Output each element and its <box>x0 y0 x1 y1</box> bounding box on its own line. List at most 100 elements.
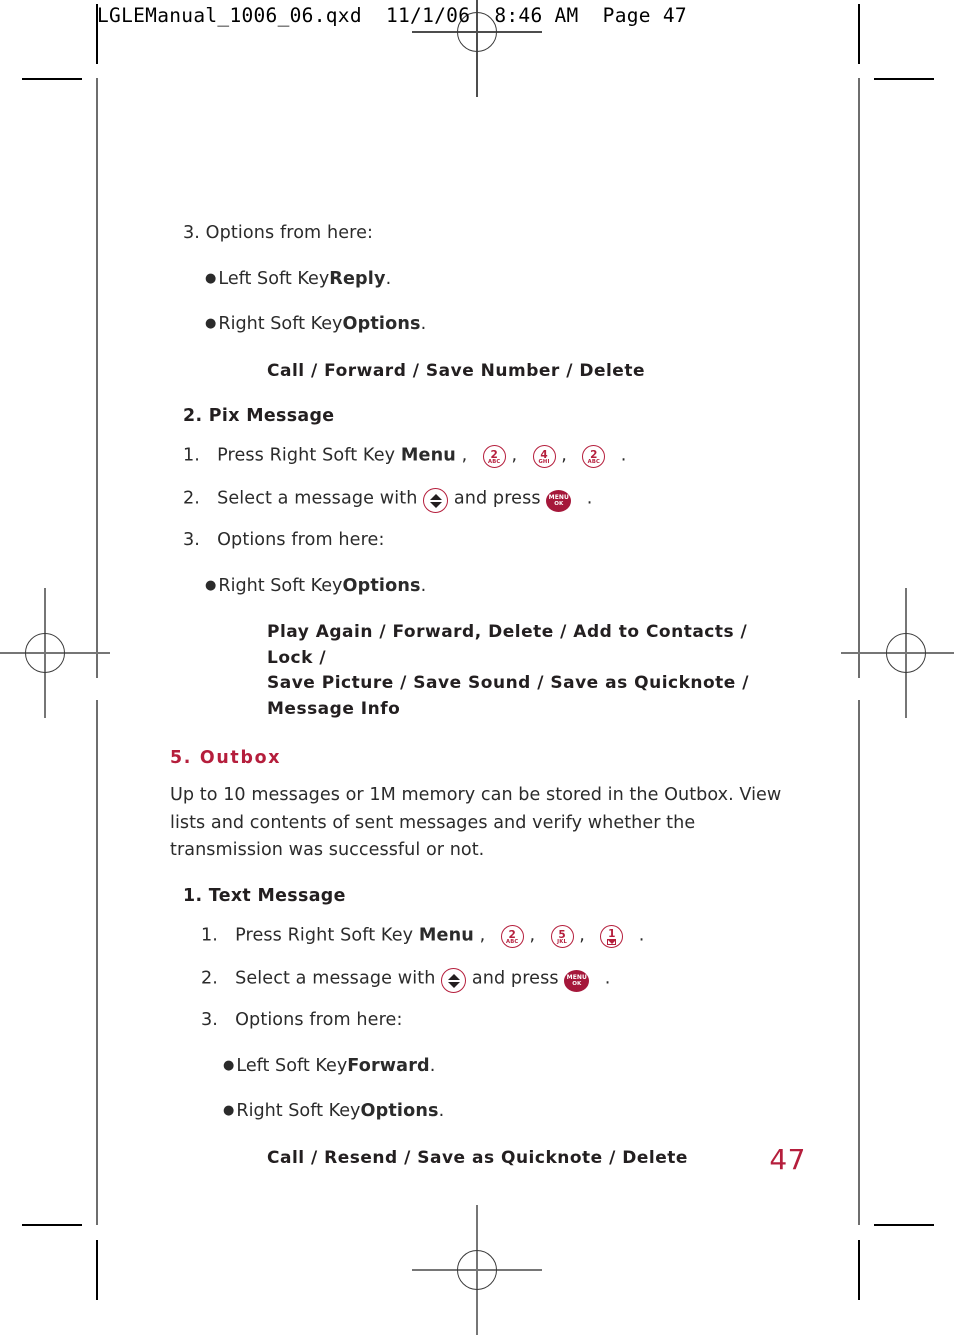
step-text-before: Select a message with <box>217 488 424 509</box>
triangle-up-icon <box>429 494 442 500</box>
key-comma: , <box>579 925 585 946</box>
keypad-key-1-icon[interactable]: 1 <box>600 925 624 949</box>
step-text-bold: Menu <box>400 445 456 466</box>
keypad-key-2-icon[interactable]: 2 ABC <box>582 445 606 469</box>
step-trailing-period: . <box>638 925 645 946</box>
menu-key-line2: OK <box>572 981 582 988</box>
step-text-after: , <box>461 445 468 466</box>
step-trailing-period: . <box>586 488 593 509</box>
bullet-dot-icon: ● <box>205 316 217 332</box>
keypad-key-number: 4 <box>540 448 548 461</box>
step-number: 2. <box>201 968 218 989</box>
menu-key-line1: MENU <box>548 494 569 502</box>
paragraph-line: lists and contents of sent messages and … <box>170 812 696 833</box>
bullet-dot-icon: ● <box>205 577 217 593</box>
menu-key-line1: MENU <box>566 974 587 982</box>
step-press-right-soft-key-menu: 1. Press Right Soft Key Menu , 2 ABC , 5… <box>183 924 783 949</box>
options-list-line: Play Again / Forward, Delete / Add to Co… <box>267 622 748 668</box>
keypad-key-letters: ABC <box>488 458 501 465</box>
manual-page: 3. Options from here: ● Left Soft Key Re… <box>0 0 954 1304</box>
bullet-text-bold: Forward <box>347 1055 430 1076</box>
menu-ok-key-icon[interactable]: MENU OK <box>564 969 590 992</box>
step-text-mid: and press <box>471 968 565 989</box>
step-number: 1. <box>201 925 218 946</box>
keypad-key-2-icon[interactable]: 2 ABC <box>482 445 506 469</box>
step-trailing-period: . <box>604 968 611 989</box>
heading-text-message: 1. Text Message <box>183 886 346 907</box>
keypad-key-5-icon[interactable]: 5 JKL <box>550 925 574 949</box>
page-number: 47 <box>769 1143 806 1176</box>
bullet-dot-icon: ● <box>205 270 217 286</box>
step-text-mid: and press <box>453 488 547 509</box>
prepress-slug-line: LGLEManual_1006_06.qxd 11/1/06 8:46 AM P… <box>97 4 687 27</box>
step-number: 3. <box>183 530 200 551</box>
step-options-from-here: 3. Options from here: <box>183 1009 783 1033</box>
bullet-text-suffix: . <box>429 1055 436 1076</box>
step-number: 3. <box>201 1010 218 1031</box>
heading-outbox: 5. Outbox <box>170 748 282 769</box>
keypad-key-2-icon[interactable]: 2 ABC <box>500 925 524 949</box>
keypad-key-number: 2 <box>508 928 516 941</box>
bullet-left-soft-key-forward: ● Left Soft Key Forward . <box>183 1055 783 1079</box>
bullet-text-prefix: Left Soft Key <box>218 268 330 289</box>
step-number: 1. <box>183 445 200 466</box>
paragraph-line: transmission was successful or not. <box>170 839 485 860</box>
step-number: 2. <box>183 488 200 509</box>
bullet-right-soft-key-options: ● Right Soft Key Options . <box>183 313 783 337</box>
bullet-text-bold: Options <box>342 314 421 335</box>
menu-key-line2: OK <box>554 501 564 508</box>
key-comma: , <box>561 445 567 466</box>
triangle-up-icon <box>447 974 460 981</box>
keypad-key-number: 2 <box>590 448 598 461</box>
options-list-line: Message Info <box>267 698 401 719</box>
bullet-text-bold: Reply <box>329 268 386 289</box>
keypad-key-4-icon[interactable]: 4 GHI <box>532 445 556 469</box>
menu-ok-key-icon[interactable]: MENU OK <box>546 489 572 512</box>
bullet-right-soft-key-options: ● Right Soft Key Options . <box>183 575 783 599</box>
step-select-message: 2. Select a message with and press MENU … <box>183 966 783 994</box>
step-text-after: , <box>479 925 486 946</box>
bullet-text-prefix: Right Soft Key <box>218 575 343 596</box>
bullet-text-bold: Options <box>342 575 421 596</box>
bullet-text-prefix: Right Soft Key <box>236 1101 361 1122</box>
heading-pix-message: 2. Pix Message <box>183 406 335 427</box>
step-select-message: 2. Select a message with and press MENU … <box>183 486 783 514</box>
key-comma: , <box>529 925 536 946</box>
options-list-line: Call / Forward / Save Number / Delete <box>267 360 645 381</box>
keypad-key-number: 5 <box>558 928 566 941</box>
key-comma: , <box>511 445 518 466</box>
keypad-key-number: 2 <box>490 448 498 461</box>
keypad-key-letters: GHI <box>538 458 550 465</box>
navigation-up-down-key-icon[interactable] <box>423 488 449 514</box>
bullet-dot-icon: ● <box>223 1057 235 1073</box>
keypad-key-letters: ABC <box>587 458 601 465</box>
step-text: Options from here: <box>217 530 385 551</box>
envelope-icon <box>607 938 617 945</box>
page-content: 3. Options from here: ● Left Soft Key Re… <box>170 222 783 1172</box>
step-text-before: Press Right Soft Key <box>217 445 401 466</box>
bullet-dot-icon: ● <box>223 1103 235 1119</box>
bullet-text-suffix: . <box>420 575 427 596</box>
navigation-up-down-key-icon[interactable] <box>441 968 467 994</box>
triangle-down-icon <box>447 981 460 988</box>
step-trailing-period: . <box>620 445 627 466</box>
step-options-from-here: 3. Options from here: <box>183 223 374 243</box>
bullet-left-soft-key-reply: ● Left Soft Key Reply . <box>183 268 783 292</box>
triangle-down-icon <box>429 501 442 508</box>
keypad-key-letters: JKL <box>557 938 567 945</box>
paragraph-line: Up to 10 messages or 1M memory can be st… <box>170 785 782 806</box>
step-press-right-soft-key-menu: 1. Press Right Soft Key Menu , 2 ABC , 4… <box>183 444 783 469</box>
step-text-before: Select a message with <box>235 968 442 989</box>
options-list-line: Save Picture / Save Sound / Save as Quic… <box>267 673 749 694</box>
step-text-before: Press Right Soft Key <box>235 925 419 946</box>
bullet-text-prefix: Left Soft Key <box>236 1055 348 1076</box>
step-text-bold: Menu <box>418 925 474 946</box>
bullet-text-suffix: . <box>420 314 427 335</box>
options-list-line: Call / Resend / Save as Quicknote / Dele… <box>267 1148 688 1169</box>
step-options-from-here: 3. Options from here: <box>183 529 783 553</box>
bullet-text-prefix: Right Soft Key <box>218 314 343 335</box>
keypad-key-letters: ABC <box>506 938 519 945</box>
bullet-text-suffix: . <box>385 268 392 289</box>
bullet-right-soft-key-options: ● Right Soft Key Options . <box>183 1100 783 1124</box>
outbox-body-paragraph: Up to 10 messages or 1M memory can be st… <box>170 782 783 864</box>
